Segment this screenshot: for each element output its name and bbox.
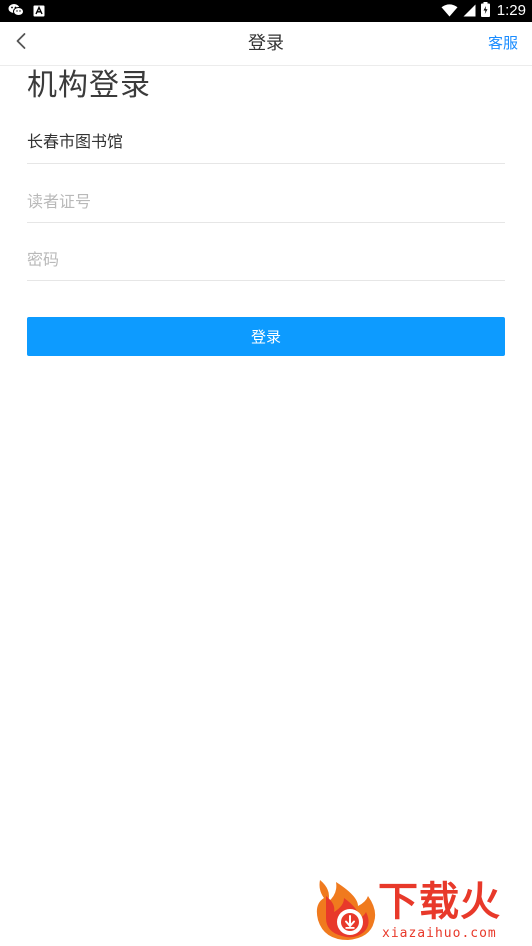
watermark-url: xiazaihuo.com (382, 926, 497, 941)
password-field-wrapper (27, 238, 505, 281)
card-number-field-wrapper (27, 180, 505, 223)
watermark: 下载火 xiazaihuo.com (314, 876, 528, 942)
app-notification-icon (33, 2, 45, 21)
status-bar: 1:29 (0, 0, 532, 22)
signal-icon (463, 2, 476, 21)
login-button[interactable]: 登录 (27, 317, 505, 356)
customer-service-link[interactable]: 客服 (488, 22, 518, 65)
back-button[interactable] (8, 30, 34, 56)
card-number-input[interactable] (27, 188, 505, 214)
header-title: 登录 (248, 33, 284, 54)
password-input[interactable] (27, 246, 505, 272)
chevron-left-icon (15, 32, 27, 54)
app-header: 登录 客服 (0, 22, 532, 66)
battery-icon (480, 1, 490, 21)
status-time: 1:29 (496, 2, 526, 19)
institution-value: 长春市图书馆 (27, 132, 124, 151)
institution-field[interactable]: 长春市图书馆 (27, 121, 505, 164)
page-title: 机构登录 (27, 68, 151, 103)
status-bar-system: 1:29 (441, 0, 526, 22)
watermark-text: 下载火 (378, 879, 501, 925)
flame-logo-icon (314, 876, 378, 946)
wifi-icon (441, 2, 458, 21)
wechat-icon (8, 2, 24, 21)
status-bar-notifications (8, 3, 45, 19)
